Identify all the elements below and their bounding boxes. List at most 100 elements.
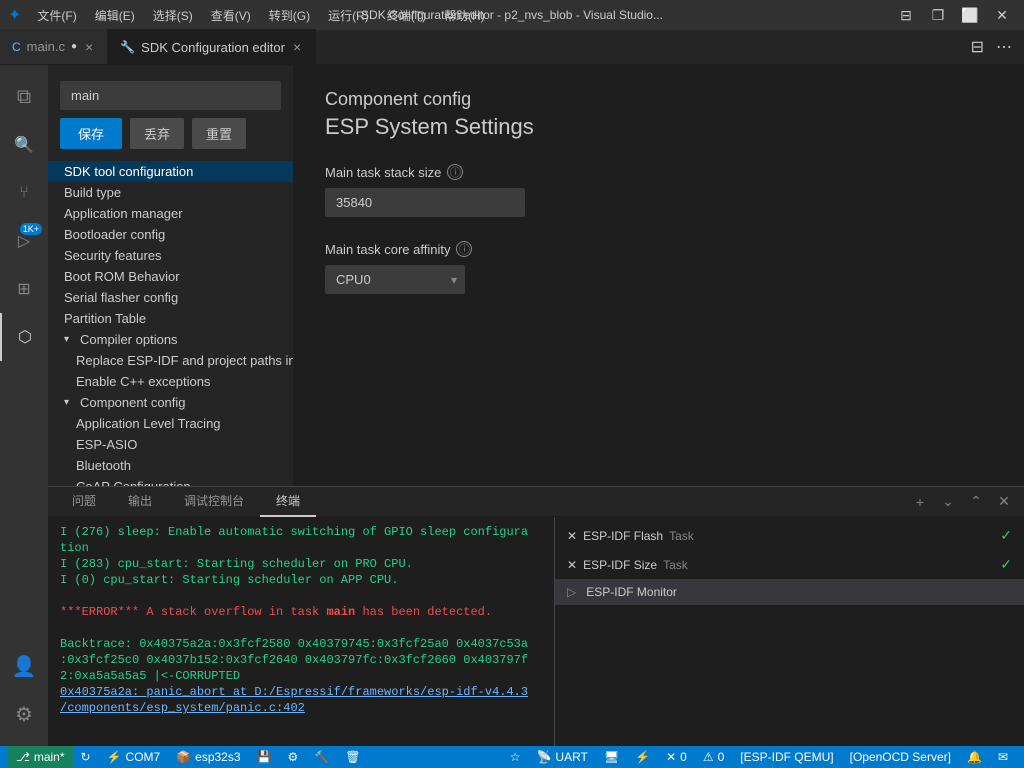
terminal-output[interactable]: I (276) sleep: Enable automatic switchin… [48, 517, 554, 746]
task-item-monitor[interactable]: ▷ ESP-IDF Monitor [555, 579, 1024, 605]
task-item-flash[interactable]: ✕ ESP-IDF Flash Task ✓ [555, 521, 1024, 550]
tree-item-bootloader[interactable]: Bootloader config [48, 224, 293, 245]
core-affinity-info[interactable]: ⓘ [456, 241, 472, 257]
status-monitor-icon[interactable]: 🖥 [596, 746, 627, 768]
activity-account[interactable]: 👤 [0, 642, 48, 690]
save-button[interactable]: 保存 [60, 118, 122, 149]
tab-sdk-config[interactable]: 🔧 SDK Configuration editor × [108, 29, 316, 64]
minimize-button[interactable]: ⊟ [892, 1, 920, 29]
notifications-icon: ✉ [998, 750, 1008, 764]
more-actions-button[interactable]: ⋯ [992, 33, 1016, 61]
debug-badge: 1K+ [20, 223, 42, 235]
panel-tab-terminal[interactable]: 终端 [260, 487, 316, 517]
activity-bar: ⧉ 🔍 ⑂ ▷ 1K+ ⊞ ⬡ 👤 ⚙ [0, 65, 48, 746]
qemu-label: [ESP-IDF QEMU] [740, 750, 833, 764]
term-line-link[interactable]: 0x40375a2a: panic_abort at D:/Espressif/… [60, 685, 542, 699]
close-panel-button[interactable]: ✕ [992, 490, 1016, 514]
status-branch[interactable]: ⎇ main* [8, 746, 73, 768]
status-warnings[interactable]: ⚠ 0 [695, 746, 732, 768]
status-feedback[interactable]: 🔔 [959, 746, 990, 768]
tab-sdk-config-close[interactable]: × [291, 38, 303, 56]
activity-extensions[interactable]: ⊞ [0, 265, 48, 313]
sdk-config-icon: 🔧 [120, 40, 135, 54]
tree-item-security[interactable]: Security features [48, 245, 293, 266]
add-terminal-button[interactable]: + [908, 490, 932, 514]
menu-goto[interactable]: 转到(G) [261, 5, 318, 26]
task-item-size[interactable]: ✕ ESP-IDF Size Task ✓ [555, 550, 1024, 579]
status-flash-icon[interactable]: ⚡ [627, 746, 658, 768]
settings-icon: ⚙ [15, 702, 33, 727]
status-star[interactable]: ☆ [502, 746, 529, 768]
config-panel: Component config ESP System Settings Mai… [293, 65, 1024, 486]
term-line: Backtrace: 0x40375a2a:0x3fcf2580 0x40379… [60, 637, 542, 651]
tree-item-compiler-options[interactable]: ▾ Compiler options [48, 329, 293, 350]
tree-item-build-type[interactable]: Build type [48, 182, 293, 203]
split-terminal-button[interactable]: ⌄ [936, 490, 960, 514]
panel-tab-debug[interactable]: 调试控制台 [168, 487, 260, 517]
close-button[interactable]: ✕ [988, 1, 1016, 29]
restore-button[interactable]: ❐ [924, 1, 952, 29]
maximize-panel-button[interactable]: ⌃ [964, 490, 988, 514]
tab-main-c[interactable]: C main.c ● × [0, 29, 108, 64]
status-clean[interactable]: 🗑 [337, 746, 368, 768]
panel-tabs: 问题 输出 调试控制台 终端 + ⌄ ⌃ ✕ [48, 487, 1024, 517]
search-input-wrapper [60, 81, 281, 110]
tree-item-replace-esp-idf[interactable]: Replace ESP-IDF and project paths in bin… [48, 350, 293, 371]
tree-item-esp-asio[interactable]: ESP-ASIO [48, 434, 293, 455]
status-errors[interactable]: ✕ 0 [658, 746, 695, 768]
status-idf-settings[interactable]: ⚙ [279, 746, 306, 768]
reset-button[interactable]: 重置 [192, 118, 246, 149]
tree-item-app-level-tracing[interactable]: Application Level Tracing [48, 413, 293, 434]
term-line-link[interactable]: /components/esp_system/panic.c:402 [60, 701, 542, 715]
status-flash-size[interactable]: 💾 [249, 746, 280, 768]
panel-tab-output[interactable]: 输出 [112, 487, 168, 517]
menu-view[interactable]: 查看(V) [203, 5, 259, 26]
tree-item-component-config[interactable]: ▾ Component config [48, 392, 293, 413]
task-item-size-left: ✕ ESP-IDF Size Task [567, 558, 688, 572]
menu-select[interactable]: 选择(S) [145, 5, 201, 26]
menu-file[interactable]: 文件(F) [29, 5, 84, 26]
maximize-button[interactable]: ⬜ [956, 1, 984, 29]
status-openocd[interactable]: [OpenOCD Server] [842, 746, 959, 768]
activity-scm[interactable]: ⑂ [0, 169, 48, 217]
panel-tab-problems[interactable]: 问题 [56, 487, 112, 517]
search-bar: 保存 丢弃 重置 [48, 73, 293, 161]
terminal-task-list: ✕ ESP-IDF Flash Task ✓ ✕ ESP-IDF Size Ta… [554, 517, 1024, 746]
sync-icon: ↻ [81, 750, 91, 764]
task-monitor-arrow: ▷ [567, 585, 576, 599]
activity-settings[interactable]: ⚙ [0, 690, 48, 738]
tree-item-label: CoAP Configuration [76, 479, 191, 486]
menu-edit[interactable]: 编辑(E) [87, 5, 143, 26]
flash-size-icon: 💾 [257, 750, 272, 764]
status-notifications[interactable]: ✉ [990, 746, 1016, 768]
activity-explorer[interactable]: ⧉ [0, 73, 48, 121]
split-editor-button[interactable]: ⊟ [967, 33, 988, 61]
tree-item-label: ESP-ASIO [76, 437, 137, 452]
tree-item-serial-flasher[interactable]: Serial flasher config [48, 287, 293, 308]
port-icon: ⚡ [107, 750, 122, 764]
status-sync[interactable]: ↻ [73, 746, 99, 768]
core-affinity-select[interactable]: CPU0 CPU1 No Affinity [325, 265, 465, 294]
tree-item-label: Application manager [64, 206, 183, 221]
stack-size-input[interactable] [325, 188, 525, 217]
activity-esp-idf[interactable]: ⬡ [0, 313, 48, 361]
tree-item-sdk-tool[interactable]: SDK tool configuration [48, 161, 293, 182]
tree-item-boot-rom[interactable]: Boot ROM Behavior [48, 266, 293, 287]
status-qemu[interactable]: [ESP-IDF QEMU] [732, 746, 841, 768]
activity-search[interactable]: 🔍 [0, 121, 48, 169]
search-input[interactable] [60, 81, 281, 110]
tree-item-coap-config[interactable]: CoAP Configuration [48, 476, 293, 486]
status-chip[interactable]: 📦 esp32s3 [168, 746, 248, 768]
status-port[interactable]: ⚡ COM7 [99, 746, 169, 768]
tree-item-partition-table[interactable]: Partition Table [48, 308, 293, 329]
tree-item-enable-cpp[interactable]: Enable C++ exceptions [48, 371, 293, 392]
tree-item-bluetooth[interactable]: Bluetooth [48, 455, 293, 476]
status-build[interactable]: 🔨 [306, 746, 337, 768]
discard-button[interactable]: 丢弃 [130, 118, 184, 149]
tree-item-app-manager[interactable]: Application manager [48, 203, 293, 224]
esp-settings-title: ESP System Settings [325, 114, 992, 140]
tab-main-c-close[interactable]: × [83, 38, 95, 56]
stack-size-info[interactable]: ⓘ [447, 164, 463, 180]
activity-debug[interactable]: ▷ 1K+ [0, 217, 48, 265]
status-uart[interactable]: 📡 UART [528, 746, 595, 768]
